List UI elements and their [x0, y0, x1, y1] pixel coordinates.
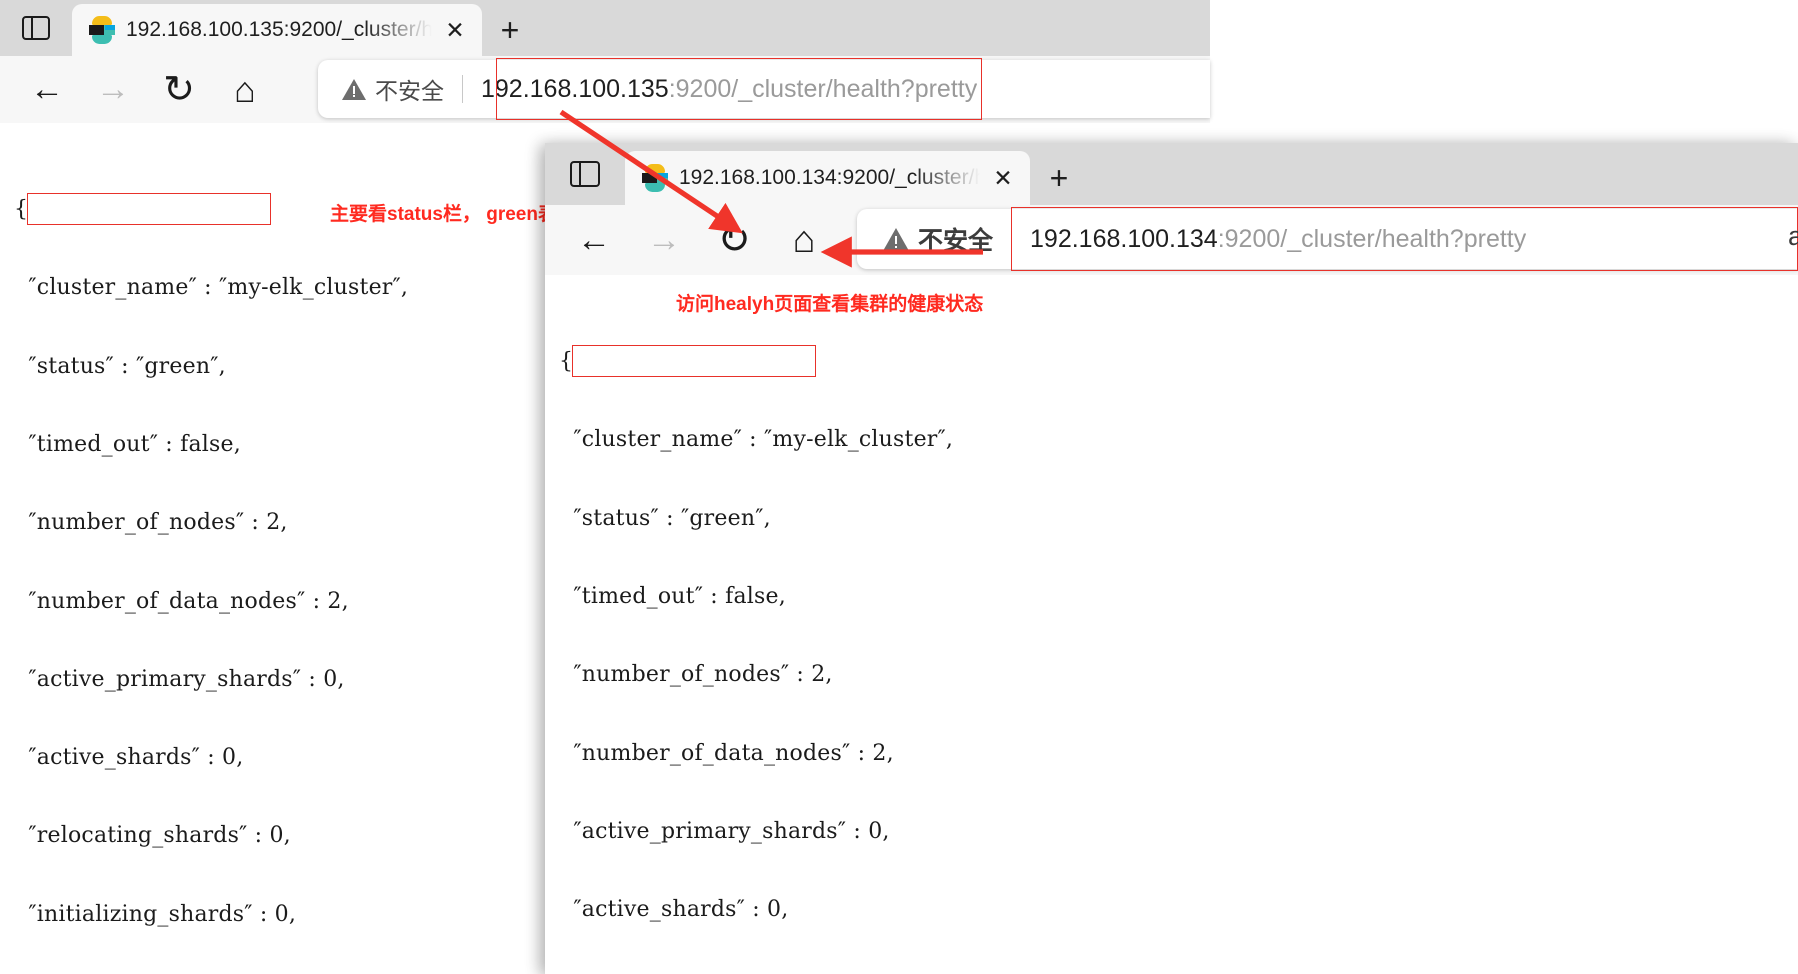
- elasticsearch-favicon: [88, 16, 116, 44]
- json-line: ″number_of_data_nodes″ : 2,: [559, 740, 894, 766]
- json-line: ″number_of_nodes″ : 2,: [559, 662, 833, 688]
- close-icon[interactable]: ✕: [990, 165, 1016, 191]
- status-highlight-box-2: [572, 345, 816, 377]
- json-body-2: { ″cluster_name″ : ″my-elk_cluster″, ″st…: [559, 297, 1072, 974]
- window1-tabstrip: 192.168.100.135:9200/_cluster/he ✕ +: [0, 0, 1210, 56]
- sidebar-toggle-button-2[interactable]: [545, 143, 625, 205]
- json-line: ″status″ : ″green″,: [559, 505, 771, 531]
- annotation-text-2: 访问healyh页面查看集群的健康状态: [676, 294, 984, 315]
- sidebar-icon: [570, 161, 600, 187]
- address-bar-1[interactable]: 不安全 192.168.100.135:9200/_cluster/health…: [318, 58, 1210, 120]
- json-line: ″active_primary_shards″ : 0,: [559, 818, 890, 844]
- browser-window-2: 192.168.100.134:9200/_cluster/he ✕ + ← →…: [545, 143, 1798, 974]
- json-line: ″active_shards″ : 0,: [559, 897, 789, 923]
- json-body-1: { ″cluster_name″ : ″my-elk_cluster″, ″st…: [14, 145, 527, 974]
- tab-title-window2: 192.168.100.134:9200/_cluster/he: [679, 166, 980, 189]
- url-highlight-box-1: [496, 58, 982, 120]
- omnibox-overflow-text: a: [1788, 221, 1798, 251]
- not-secure-label-1: 不安全: [375, 78, 444, 104]
- elasticsearch-favicon: [641, 164, 669, 192]
- json-line: ″cluster_name″ : ″my-elk_cluster″,: [559, 427, 954, 453]
- tab-title-window1: 192.168.100.135:9200/_cluster/he: [126, 18, 432, 41]
- close-icon[interactable]: ✕: [442, 17, 468, 43]
- new-tab-button-1[interactable]: +: [482, 4, 538, 56]
- back-button-1[interactable]: ←: [14, 56, 80, 123]
- address-bar-2[interactable]: 不安全 192.168.100.134:9200/_cluster/health…: [857, 207, 1798, 271]
- json-line: ″number_of_nodes″ : 2,: [14, 510, 288, 536]
- home-button-2[interactable]: ⌂: [769, 205, 839, 275]
- json-line: ″initializing_shards″ : 0,: [14, 901, 297, 927]
- status-highlight-box-1: [27, 193, 271, 225]
- screen: 192.168.100.135:9200/_cluster/he ✕ + ← →…: [0, 0, 1798, 974]
- new-tab-button-2[interactable]: +: [1030, 151, 1088, 205]
- sidebar-icon: [22, 16, 50, 40]
- home-button-1[interactable]: ⌂: [212, 56, 278, 123]
- warning-icon: [883, 227, 909, 251]
- warning-icon: [342, 78, 366, 100]
- back-button-2[interactable]: ←: [559, 205, 629, 275]
- json-line: ″status″ : ″green″,: [14, 353, 226, 379]
- url-highlight-box-2: [1011, 207, 1798, 271]
- reload-button-1[interactable]: ↻: [146, 56, 212, 123]
- json-line: ″number_of_data_nodes″ : 2,: [14, 588, 349, 614]
- forward-button-1[interactable]: →: [80, 56, 146, 123]
- reload-button-2[interactable]: ↻: [699, 205, 769, 275]
- sidebar-toggle-button-1[interactable]: [0, 0, 72, 56]
- tabstrip-spacer-2: [1088, 143, 1798, 205]
- json-line: ″timed_out″ : false,: [14, 432, 241, 458]
- json-line: ″active_shards″ : 0,: [14, 745, 244, 771]
- tab-window2[interactable]: 192.168.100.134:9200/_cluster/he ✕: [625, 151, 1030, 205]
- json-line: ″active_primary_shards″ : 0,: [14, 666, 345, 692]
- window2-tabstrip: 192.168.100.134:9200/_cluster/he ✕ +: [545, 143, 1798, 205]
- json-line: ″relocating_shards″ : 0,: [14, 823, 291, 849]
- forward-button-2[interactable]: →: [629, 205, 699, 275]
- not-secure-label-2: 不安全: [918, 227, 994, 255]
- json-line: ″cluster_name″ : ″my-elk_cluster″,: [14, 275, 409, 301]
- tabstrip-spacer-1: [538, 0, 1210, 56]
- window2-page-content: { ″cluster_name″ : ″my-elk_cluster″, ″st…: [545, 275, 1798, 974]
- tab-window1[interactable]: 192.168.100.135:9200/_cluster/he ✕: [72, 4, 482, 56]
- not-secure-indicator-1[interactable]: 不安全: [342, 72, 444, 106]
- not-secure-indicator-2[interactable]: 不安全: [883, 221, 993, 257]
- omnibox-separator-1: [462, 75, 463, 103]
- json-line: ″timed_out″ : false,: [559, 584, 786, 610]
